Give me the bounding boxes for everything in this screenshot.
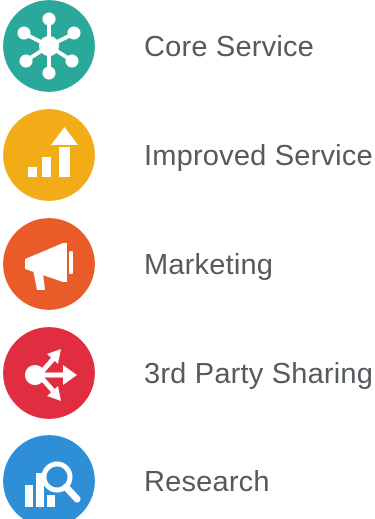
list-item-research: Research [0, 435, 375, 519]
growth-chart-icon [3, 109, 95, 201]
list-item-improved-service: Improved Service [0, 109, 375, 209]
list-item-core-service: Core Service [0, 0, 375, 100]
list-item-label: Core Service [144, 31, 315, 63]
magnifier-chart-icon [3, 435, 95, 519]
list-item-3rd-party-sharing: 3rd Party Sharing [0, 327, 375, 427]
megaphone-icon [3, 218, 95, 310]
list-item-label: 3rd Party Sharing [144, 358, 374, 390]
list-item-marketing: Marketing [0, 218, 375, 318]
list-item-label: Research [144, 466, 270, 498]
share-arrows-icon [3, 327, 95, 419]
network-hub-icon [3, 0, 95, 92]
list-item-label: Improved Service [144, 140, 373, 172]
list-item-label: Marketing [144, 249, 274, 281]
data-use-categories-list: Core Service Improved Service Marketing … [0, 0, 375, 519]
